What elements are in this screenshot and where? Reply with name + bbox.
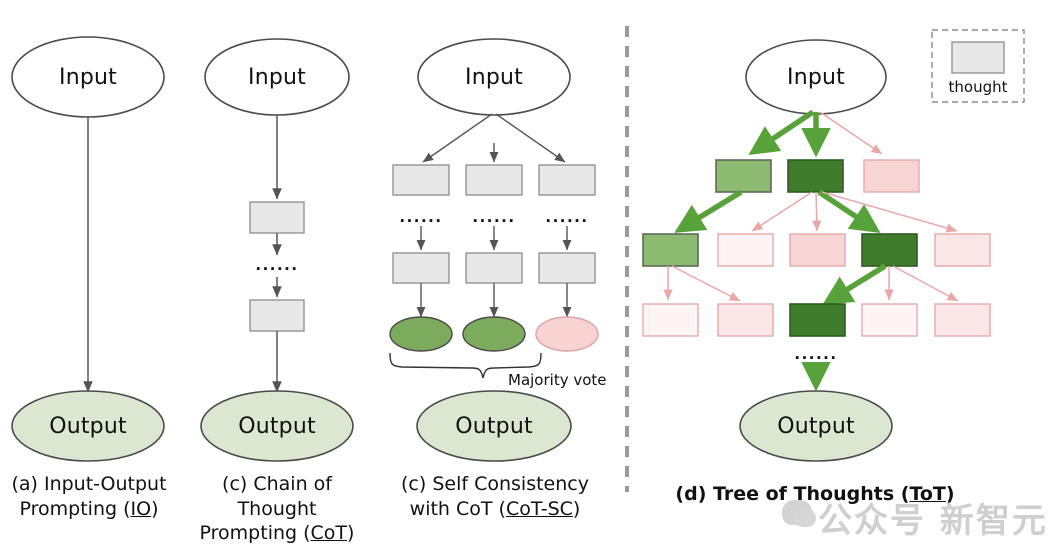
cotsc-thought-box-r2c2 [465,252,523,284]
tot-edge-r1c2-r2c2 [751,191,813,232]
caption-cot-line2-pre: Prompting ( [199,522,311,545]
watermark-text: 公众号 新智元 [818,501,1048,541]
panel-cot-graphics [200,38,354,462]
tot-edge-r1c2-r2c3 [812,191,822,232]
panel-cotsc-graphics [389,38,599,462]
tot-node-r3c1 [642,303,699,337]
cotsc-answer-ellipse-1 [389,316,453,352]
tot-ellipsis: ...... [794,345,838,363]
caption-cotsc-line2-post: ) [572,497,581,520]
cot-thought-box-2 [249,299,305,332]
caption-io-line2: Prompting (IO) [0,497,178,522]
thought-box-icon [951,41,1005,74]
cot-thought-box-1 [249,201,305,234]
cotsc-input-ellipse [417,38,571,116]
tot-node-r1c2 [787,159,844,193]
caption-cot-line2: Prompting (CoT) [182,521,372,546]
tot-edge-r1c1-r2c1 [674,189,743,233]
caption-io-abbrev: IO [130,497,152,520]
io-output-ellipse [11,390,165,462]
caption-cot-line2-post: ) [347,522,355,545]
cotsc-edge-input-col1 [422,113,493,163]
cotsc-output-ellipse [416,390,572,462]
cot-output-ellipse [200,390,354,462]
tot-node-r2c5 [934,233,991,267]
cot-input-ellipse [204,38,350,116]
cotsc-thought-box-r2c1 [392,252,450,284]
cotsc-ellipsis-col2: ...... [472,208,516,226]
cotsc-ellipsis-col3: ...... [545,208,589,226]
io-input-ellipse [11,36,165,118]
tot-node-r1c1 [715,159,772,193]
tot-edge-r2c4-r3c3 [822,263,887,305]
caption-io-line2-pre: Prompting ( [19,497,131,520]
cotsc-answer-ellipse-2 [462,316,526,352]
cotsc-thought-box-r1c3 [538,164,596,196]
diagram-vector-layer [11,26,1025,492]
tot-node-r3c4 [861,303,918,337]
tot-node-r2c4 [861,233,918,267]
panel-io-graphics [11,36,165,462]
caption-cot-abbrev: CoT [310,522,348,545]
figure-canvas: Input Output Input Output ...... Input O… [0,0,1060,546]
tot-edge-r1c2-r2c4 [817,189,881,234]
tot-edge-r2c4-r3c5 [892,265,959,302]
tot-node-r2c1 [642,233,699,267]
caption-cotsc: (c) Self Consistency with CoT (CoT-SC) [400,472,590,521]
caption-io: (a) Input-Output Prompting (IO) [0,472,178,521]
majority-vote-label: Majority vote [508,371,607,389]
caption-cotsc-line2-pre: with CoT ( [409,497,506,520]
legend-label: thought [948,78,1008,96]
tot-edge-r2c1-r3c2 [671,265,741,302]
tot-edge-r1c2-r2c5 [821,191,958,233]
wechat-logo-icon [782,500,816,527]
caption-cotsc-line2: with CoT (CoT-SC) [400,497,590,522]
tot-node-r2c3 [789,233,846,267]
caption-cot: (c) Chain of Thought Prompting (CoT) [182,472,372,546]
tot-edge-root-r1c3 [819,111,883,155]
cotsc-edge-input-col3 [495,113,566,163]
caption-cotsc-line1: (c) Self Consistency [401,473,589,495]
cot-ellipsis: ...... [255,256,299,274]
cotsc-thought-box-r1c1 [392,164,450,196]
tot-node-r3c5 [934,303,991,337]
caption-cotsc-abbrev: CoT-SC [505,497,573,520]
tot-output-ellipse [739,390,893,462]
cotsc-thought-box-r1c2 [465,164,523,196]
cotsc-answer-ellipse-3 [535,316,599,352]
panel-tot-graphics [642,39,991,462]
tot-node-r3c3 [789,303,846,337]
caption-io-line1: (a) Input-Output [11,473,167,495]
cotsc-ellipsis-col1: ...... [399,208,443,226]
tot-node-r1c3 [863,159,920,193]
caption-cot-line1: (c) Chain of Thought [222,473,332,520]
tot-edge-root-r1c1 [748,109,815,156]
caption-io-line2-post: ) [151,497,159,520]
cotsc-thought-box-r2c3 [538,252,596,284]
tot-node-r2c2 [717,233,774,267]
tot-node-r3c2 [717,303,774,337]
tot-input-ellipse [745,39,887,115]
